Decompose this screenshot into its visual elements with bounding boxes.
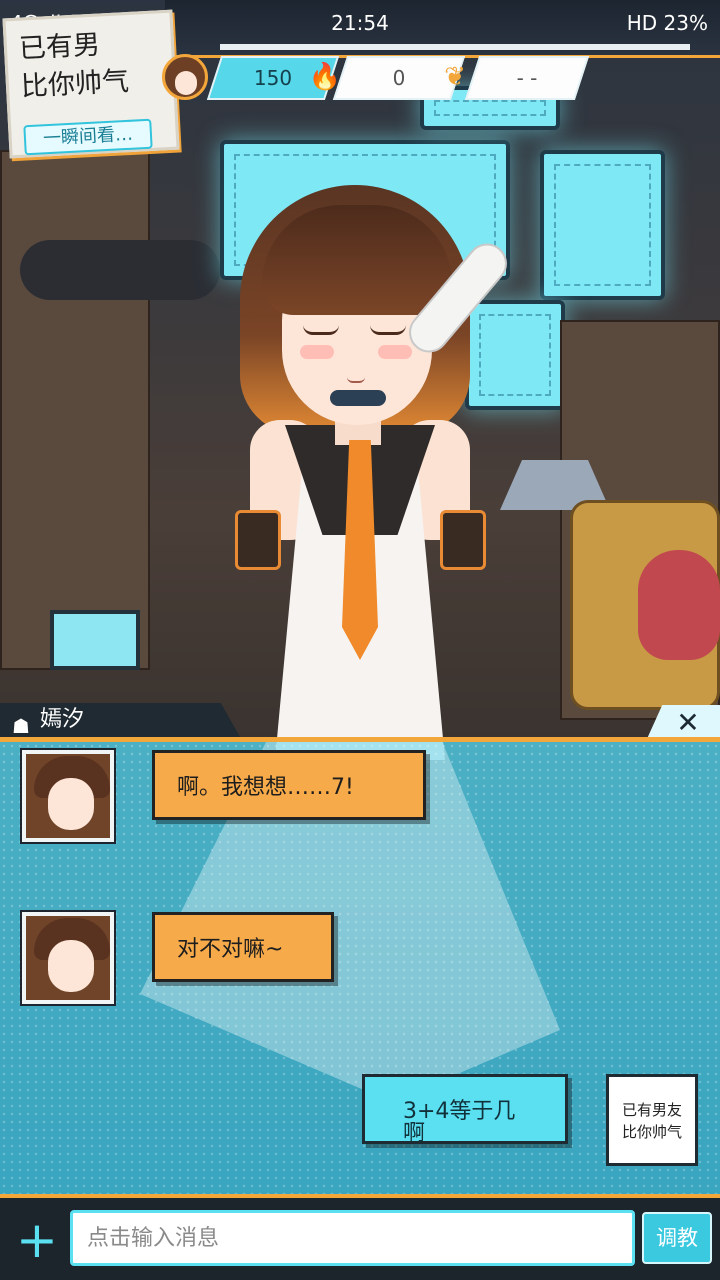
wing-value: - - bbox=[516, 66, 538, 90]
character-armband-right bbox=[440, 510, 486, 570]
input-bar: + 调教 bbox=[0, 1194, 720, 1280]
close-icon: ✕ bbox=[676, 706, 700, 739]
heart-avatar-icon[interactable] bbox=[162, 54, 208, 100]
character-name: 嫣汐 bbox=[40, 707, 85, 732]
character-name-tab: ☗ 嫣汐 bbox=[0, 703, 240, 737]
pipe bbox=[20, 240, 220, 300]
chat-bubble: 对不对嘛~ bbox=[152, 912, 334, 982]
character-eye-right bbox=[370, 325, 406, 335]
avatar-face bbox=[48, 778, 94, 830]
wing-stat: - - bbox=[464, 56, 590, 100]
stats-bar: 150 🔥 0 ❦ - - bbox=[162, 54, 602, 102]
character-eye-left bbox=[303, 325, 339, 335]
chat-bubble-user: 3+4等于几啊 bbox=[362, 1074, 568, 1145]
user-avatar[interactable]: 已有男友 比你帅气 bbox=[606, 1074, 698, 1166]
plus-icon[interactable]: + bbox=[10, 1214, 64, 1268]
monitor-screen-right bbox=[540, 150, 665, 300]
character-sprite[interactable] bbox=[200, 185, 520, 760]
laptop bbox=[50, 610, 140, 670]
promo-text: 已有男 比你帅气 bbox=[18, 25, 130, 107]
message-input[interactable] bbox=[70, 1210, 635, 1266]
character-armband-left bbox=[235, 510, 281, 570]
user-avatar-line-1: 已有男友 bbox=[621, 1101, 682, 1119]
promo-line-1: 已有男 bbox=[18, 29, 101, 65]
character-avatar[interactable] bbox=[22, 912, 114, 1004]
bookshelf-left bbox=[0, 150, 150, 670]
promo-line-2: 比你帅气 bbox=[20, 66, 130, 103]
chat-bubble: 啊。我想想……7! bbox=[152, 750, 426, 820]
wing-icon: ❦ bbox=[444, 62, 466, 92]
chat-panel[interactable]: 啊。我想想……7! 对不对嘛~ 3+4等于几啊 已有男友 比你帅气 bbox=[0, 742, 720, 1194]
character-blush-right bbox=[378, 345, 412, 359]
pillow bbox=[638, 550, 720, 660]
character-avatar[interactable] bbox=[22, 750, 114, 842]
user-avatar-line-2: 比你帅气 bbox=[621, 1123, 682, 1141]
status-battery: HD 23% bbox=[626, 11, 708, 35]
teach-button[interactable]: 调教 bbox=[642, 1212, 712, 1264]
character-collar bbox=[330, 390, 386, 406]
avatar-face bbox=[48, 940, 94, 992]
character-blush-left bbox=[300, 345, 334, 359]
